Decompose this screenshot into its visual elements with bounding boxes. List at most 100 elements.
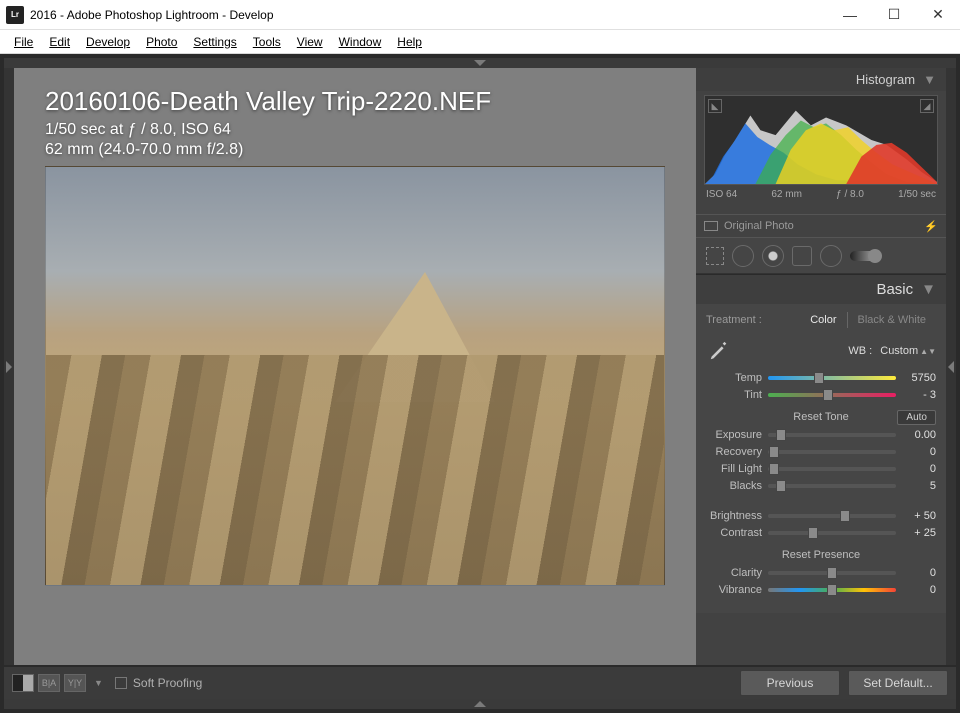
slider-value[interactable]: + 25: [902, 527, 936, 539]
soft-proofing-checkbox[interactable]: [115, 677, 127, 689]
histogram-display[interactable]: ◣ ◢: [704, 95, 938, 185]
redeye-tool-icon[interactable]: [762, 245, 784, 267]
menu-settings[interactable]: Settings: [185, 33, 244, 51]
slider-value[interactable]: 0: [902, 446, 936, 458]
white-balance-dropper-icon[interactable]: [706, 338, 732, 364]
slider-value[interactable]: + 50: [902, 510, 936, 522]
slider-thumb[interactable]: [827, 567, 837, 579]
view-mode-before-after-tb[interactable]: Y|Y: [64, 674, 86, 692]
slider-value[interactable]: 5750: [902, 372, 936, 384]
chevron-down-icon: ▼: [921, 281, 936, 298]
slider-thumb[interactable]: [840, 510, 850, 522]
treatment-bw-option[interactable]: Black & White: [848, 312, 936, 328]
slider-exposure: Exposure 0.00: [706, 429, 936, 441]
menu-help[interactable]: Help: [389, 33, 430, 51]
slider-thumb[interactable]: [808, 527, 818, 539]
window-minimize-button[interactable]: —: [828, 0, 872, 30]
menu-edit[interactable]: Edit: [41, 33, 78, 51]
menu-photo[interactable]: Photo: [138, 33, 185, 51]
graduated-filter-tool-icon[interactable]: [792, 246, 812, 266]
view-mode-before-after-lr[interactable]: B|A: [38, 674, 60, 692]
slider-track[interactable]: [768, 531, 896, 535]
wb-label: WB :: [848, 345, 872, 357]
set-default-button[interactable]: Set Default...: [848, 670, 948, 696]
slider-thumb[interactable]: [814, 372, 824, 384]
chevron-down-icon: ▼: [923, 72, 936, 87]
basic-panel: Treatment : Color Black & White WB : Cus…: [696, 304, 946, 613]
app-icon: Lr: [6, 6, 24, 24]
window-title: 2016 - Adobe Photoshop Lightroom - Devel…: [30, 8, 828, 22]
slider-thumb[interactable]: [827, 584, 837, 596]
slider-track[interactable]: [768, 450, 896, 454]
slider-fill-light: Fill Light0: [706, 463, 936, 475]
spot-removal-tool-icon[interactable]: [732, 245, 754, 267]
slider-label: Tint: [706, 389, 762, 401]
slider-track[interactable]: [768, 467, 896, 471]
wb-select[interactable]: Custom▲▼: [880, 345, 936, 357]
slider-value[interactable]: - 3: [902, 389, 936, 401]
canvas-area[interactable]: 20160106-Death Valley Trip-2220.NEF 1/50…: [14, 68, 696, 665]
slider-value[interactable]: 0.00: [902, 429, 936, 441]
slider-track[interactable]: [768, 514, 896, 518]
left-panel-toggle[interactable]: [4, 68, 14, 665]
slider-brightness: Brightness+ 50: [706, 510, 936, 522]
slider-track[interactable]: [768, 588, 896, 592]
top-panel-toggle[interactable]: [4, 58, 956, 68]
slider-value[interactable]: 0: [902, 463, 936, 475]
slider-track[interactable]: [768, 433, 896, 437]
menu-window[interactable]: Window: [331, 33, 390, 51]
original-photo-row[interactable]: Original Photo ⚡: [696, 214, 946, 238]
slider-clarity: Clarity 0: [706, 567, 936, 579]
window-maximize-button[interactable]: ☐: [872, 0, 916, 30]
slider-track[interactable]: [768, 571, 896, 575]
photo-preview[interactable]: [45, 166, 665, 586]
slider-track[interactable]: [768, 376, 896, 380]
radial-filter-tool-icon[interactable]: [820, 245, 842, 267]
hist-aperture: ƒ / 8.0: [836, 189, 864, 200]
slider-value[interactable]: 5: [902, 480, 936, 492]
window-close-button[interactable]: ✕: [916, 0, 960, 30]
slider-thumb[interactable]: [769, 463, 779, 475]
photo-exif-line1: 1/50 sec at ƒ / 8.0, ISO 64: [45, 121, 491, 139]
view-mode-loupe[interactable]: [12, 674, 34, 692]
slider-thumb[interactable]: [823, 389, 833, 401]
menu-tools[interactable]: Tools: [245, 33, 289, 51]
shadow-clipping-icon[interactable]: ◣: [708, 99, 722, 113]
slider-label: Recovery: [706, 446, 762, 458]
presence-header[interactable]: Reset Presence: [782, 549, 860, 561]
slider-track[interactable]: [768, 484, 896, 488]
basic-panel-header[interactable]: Basic▼: [696, 274, 946, 304]
highlight-clipping-icon[interactable]: ◢: [920, 99, 934, 113]
view-mode-dropdown-icon[interactable]: ▼: [94, 678, 103, 688]
menu-develop[interactable]: Develop: [78, 33, 138, 51]
slider-label: Blacks: [706, 480, 762, 492]
filmstrip-toggle[interactable]: [4, 699, 956, 709]
menu-view[interactable]: View: [289, 33, 331, 51]
menu-file[interactable]: File: [6, 33, 41, 51]
histogram-panel-header[interactable]: Histogram ▼: [696, 68, 946, 91]
slider-value[interactable]: 0: [902, 567, 936, 579]
crop-tool-icon[interactable]: [706, 247, 724, 265]
previous-button[interactable]: Previous: [740, 670, 840, 696]
adjustment-brush-tool-icon[interactable]: [850, 251, 880, 261]
histogram-title: Histogram: [856, 72, 915, 87]
treatment-color-option[interactable]: Color: [800, 312, 846, 328]
treatment-label: Treatment :: [706, 314, 762, 326]
hist-shutter: 1/50 sec: [898, 189, 936, 200]
slider-value[interactable]: 0: [902, 584, 936, 596]
slider-label: Temp: [706, 372, 762, 384]
slider-thumb[interactable]: [776, 429, 786, 441]
slider-thumb[interactable]: [776, 480, 786, 492]
right-panel-toggle[interactable]: [946, 68, 956, 665]
slider-thumb[interactable]: [769, 446, 779, 458]
histogram-meta: ISO 64 62 mm ƒ / 8.0 1/50 sec: [704, 185, 938, 206]
slider-temp: Temp 5750: [706, 372, 936, 384]
slider-label: Clarity: [706, 567, 762, 579]
bolt-icon[interactable]: ⚡: [924, 220, 938, 233]
original-photo-label: Original Photo: [724, 220, 794, 232]
tone-header[interactable]: Reset Tone: [793, 411, 848, 423]
auto-tone-button[interactable]: Auto: [897, 410, 936, 425]
slider-track[interactable]: [768, 393, 896, 397]
menu-bar: File Edit Develop Photo Settings Tools V…: [0, 30, 960, 54]
slider-label: Exposure: [706, 429, 762, 441]
